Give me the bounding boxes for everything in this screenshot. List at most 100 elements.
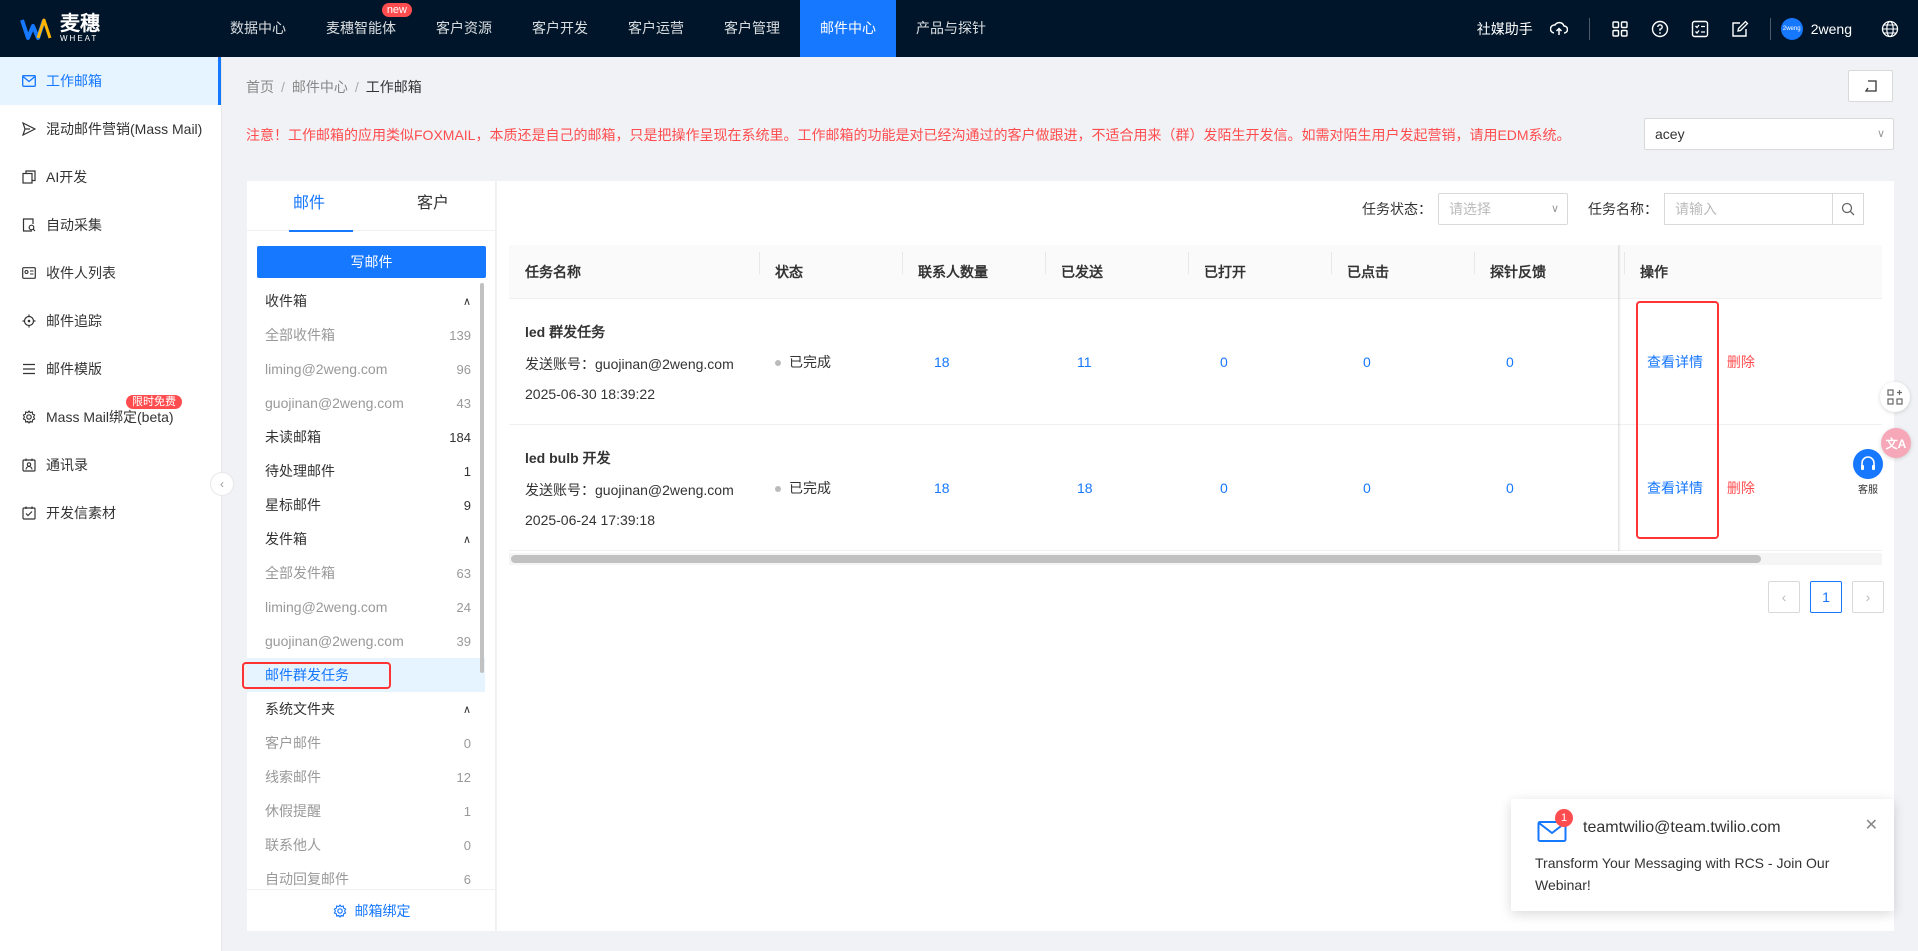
folder-item[interactable]: 联系他人 0 [247,828,485,862]
user-avatar[interactable]: 2weng [1780,17,1803,40]
table-horizontal-scrollbar[interactable] [511,555,1761,563]
folder-label: liming@2weng.com [265,361,388,377]
sidebar-item-label: Mass Mail绑定(beta) [46,409,174,425]
delete-link[interactable]: 删除 [1727,354,1755,370]
breadcrumb-home[interactable]: 首页 [246,79,274,95]
task-name: led bulb 开发 [525,449,611,466]
page-number[interactable]: 1 [1810,581,1842,613]
target-icon [22,314,36,328]
folder-item[interactable]: 线索邮件 12 [247,760,485,794]
nav-customer-resources[interactable]: 客户资源 [416,0,512,57]
folder-count: 43 [456,395,471,411]
folder-item-pending[interactable]: 待处理邮件 1 [247,454,485,488]
folder-item[interactable]: guojinan@2weng.com 39 [247,624,485,658]
nav-customer-management[interactable]: 客户管理 [704,0,800,57]
apps-grid-icon[interactable] [1610,19,1630,39]
sidebar-item-mass-mail-binding[interactable]: Mass Mail绑定(beta) 限时免费 [0,393,221,441]
brand-name-en: WHEAT [60,34,99,43]
back-button[interactable] [1848,70,1893,102]
sidebar-item-mail-templates[interactable]: 邮件模版 [0,345,221,393]
floating-apps-add-button[interactable] [1880,382,1910,412]
task-list-icon[interactable] [1690,19,1710,39]
folder-item[interactable]: liming@2weng.com 96 [247,352,485,386]
folder-label: 未读邮箱 [265,429,321,445]
folder-item-starred[interactable]: 星标邮件 9 [247,488,485,522]
sidebar-item-auto-collect[interactable]: 自动采集 [0,201,221,249]
folder-count: 24 [456,599,471,615]
folder-item-unread[interactable]: 未读邮箱 184 [247,420,485,454]
sidebar-item-mass-mail[interactable]: 混动邮件营销(Mass Mail) [0,105,221,153]
sidebar-item-work-mailbox[interactable]: 工作邮箱 [0,57,221,105]
tab-customers[interactable]: 客户 [371,181,495,230]
col-sent: 已发送 [1045,251,1188,282]
clicked-count[interactable]: 0 [1363,354,1371,370]
new-mail-notification[interactable]: 1 teamtwilio@team.twilio.com ✕ Transform… [1511,799,1894,911]
nav-customer-development[interactable]: 客户开发 [512,0,608,57]
customer-service-widget[interactable]: 客服 [1851,449,1885,496]
nav-customer-operations[interactable]: 客户运营 [608,0,704,57]
folder-group-inbox[interactable]: 收件箱 ∧ [247,284,485,318]
folder-item[interactable]: 全部收件箱 139 [247,318,485,352]
sidebar-item-label: 自动采集 [46,217,102,233]
folder-scrollbar[interactable] [480,283,484,673]
sidebar-item-ai-development[interactable]: AI开发 [0,153,221,201]
edit-icon[interactable] [1730,19,1750,39]
task-name-input[interactable]: 请输入 [1664,193,1832,225]
folder-item[interactable]: guojinan@2weng.com 43 [247,386,485,420]
contacts-count[interactable]: 18 [934,480,950,496]
folder-group-system[interactable]: 系统文件夹 ∧ [247,692,485,726]
compose-button[interactable]: 写邮件 [257,246,486,278]
status-filter-select[interactable]: 请选择 ∨ [1438,193,1568,225]
folder-item[interactable]: liming@2weng.com 24 [247,590,485,624]
clicked-count[interactable]: 0 [1363,480,1371,496]
floating-translate-button[interactable]: 文A [1881,428,1911,458]
sidebar-collapse-button[interactable]: ‹ [210,472,234,496]
probe-count[interactable]: 0 [1506,354,1514,370]
nav-products-probes[interactable]: 产品与探针 [896,0,1006,57]
prev-page-button[interactable]: ‹ [1768,581,1800,613]
next-page-button[interactable]: › [1852,581,1884,613]
chevron-left-icon: ‹ [1781,589,1787,605]
chevron-right-icon: › [1865,589,1871,605]
sidebar-item-address-book[interactable]: 通讯录 [0,441,221,489]
clicked-cell: 0 [1331,354,1474,370]
notification-subject: Transform Your Messaging with RCS - Join… [1535,855,1830,893]
mailbox-binding-label: 邮箱绑定 [354,902,411,919]
account-select[interactable]: acey ∨ [1644,118,1894,150]
sidebar-item-recipient-list[interactable]: 收件人列表 [0,249,221,297]
opened-count[interactable]: 0 [1220,354,1228,370]
folder-item[interactable]: 客户邮件 0 [247,726,485,760]
status-filter-placeholder: 请选择 [1449,201,1491,217]
sent-count[interactable]: 18 [1077,480,1093,496]
breadcrumb-section[interactable]: 邮件中心 [292,79,348,95]
nav-data-center[interactable]: 数据中心 [210,0,306,57]
social-assistant-link[interactable]: 社媒助手 [1477,19,1533,39]
delete-link[interactable]: 删除 [1727,480,1755,496]
sidebar-item-label: 邮件追踪 [46,313,102,329]
nav-ai-agent[interactable]: 麦穗智能体 new [306,0,416,57]
tab-mail[interactable]: 邮件 [247,181,371,232]
nav-mail-center[interactable]: 邮件中心 [800,0,896,57]
cloud-upload-icon[interactable] [1549,19,1569,39]
folder-item[interactable]: 休假提醒 1 [247,794,485,828]
folder-item[interactable]: 全部发件箱 63 [247,556,485,590]
folder-item[interactable]: 自动回复邮件 6 [247,862,485,889]
brand-logo[interactable]: 麦穗 WHEAT [0,0,210,57]
search-button[interactable] [1832,193,1864,225]
close-icon[interactable]: ✕ [1865,815,1878,835]
chevron-up-icon: ∧ [462,295,471,308]
globe-icon[interactable] [1880,19,1900,39]
folder-count: 1 [463,803,471,819]
sent-count[interactable]: 11 [1077,354,1092,370]
probe-count[interactable]: 0 [1506,480,1514,496]
username[interactable]: 2weng [1811,21,1852,37]
help-icon[interactable] [1650,19,1670,39]
contacts-count[interactable]: 18 [934,354,950,370]
free-limited-badge: 限时免费 [126,395,182,409]
opened-count[interactable]: 0 [1220,480,1228,496]
sidebar-item-outreach-materials[interactable]: 开发信素材 [0,489,221,537]
mailbox-binding-button[interactable]: 邮箱绑定 [247,889,496,931]
folder-group-sent[interactable]: 发件箱 ∧ [247,522,485,556]
chevron-down-icon: ∨ [1876,128,1885,140]
sidebar-item-mail-tracking[interactable]: 邮件追踪 [0,297,221,345]
